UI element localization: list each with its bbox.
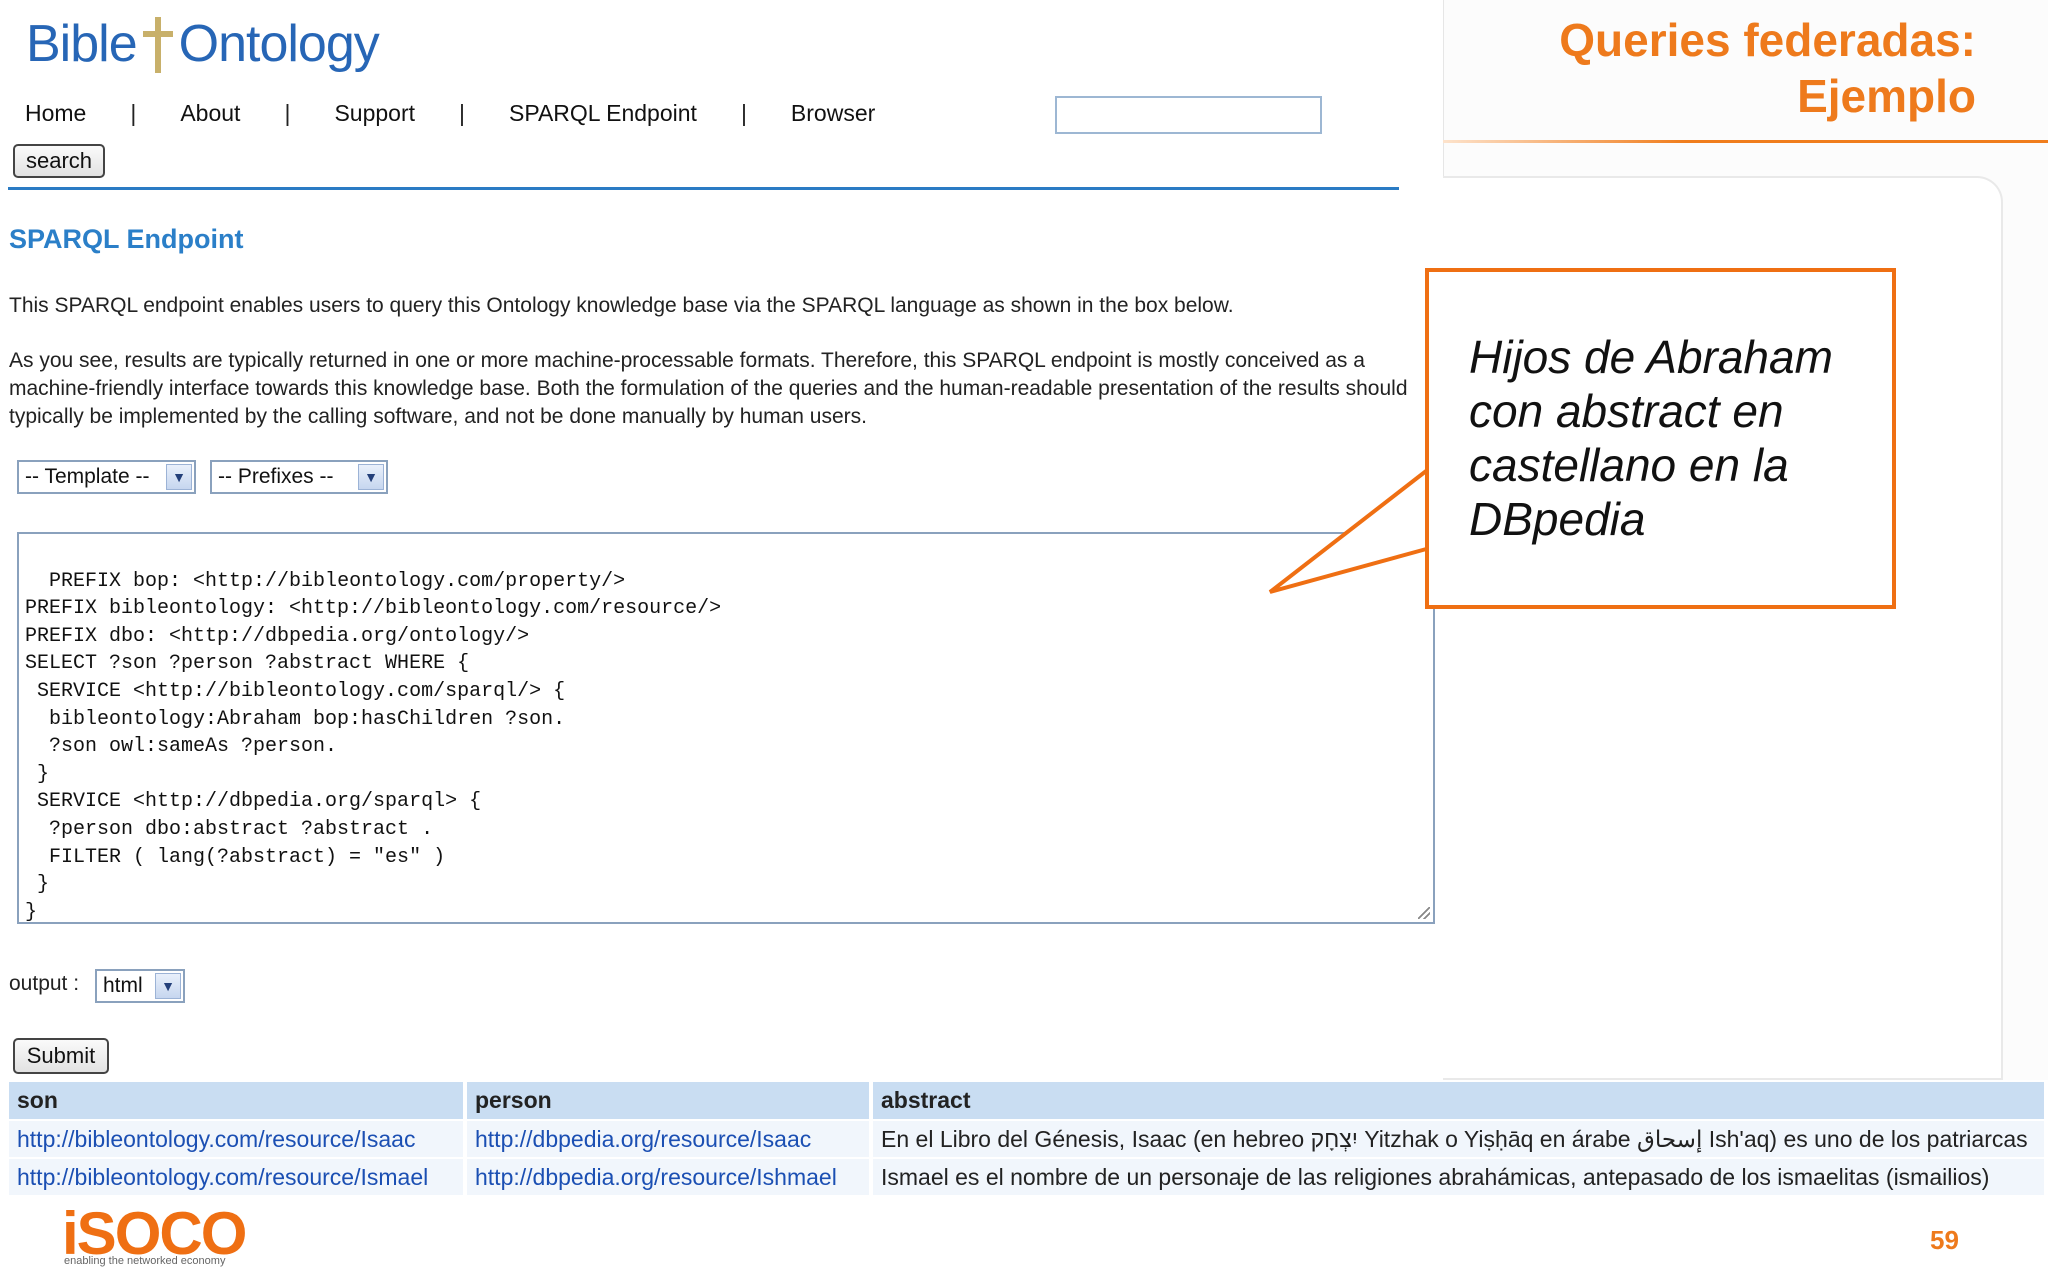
title-divider bbox=[1443, 140, 2048, 143]
column-header-son: son bbox=[9, 1082, 463, 1119]
isoco-logo: iSOCO bbox=[62, 1200, 247, 1267]
table-row: http://bibleontology.com/resource/Ismael… bbox=[9, 1159, 2044, 1195]
intro-paragraph: This SPARQL endpoint enables users to qu… bbox=[9, 294, 1234, 317]
description-paragraph: As you see, results are typically return… bbox=[9, 349, 1408, 428]
slide-title-line2: Ejemplo bbox=[1797, 70, 1976, 122]
column-header-abstract: abstract bbox=[873, 1082, 2044, 1119]
search-button[interactable]: search bbox=[13, 144, 105, 178]
son-link[interactable]: http://bibleontology.com/resource/Ismael bbox=[9, 1159, 463, 1195]
nav-separator: | bbox=[130, 100, 137, 126]
slide-title-line1: Queries federadas: bbox=[1559, 14, 1976, 66]
abstract-cell: Ismael es el nombre de un personaje de l… bbox=[873, 1159, 2044, 1195]
sparql-query-textarea[interactable]: PREFIX bop: <http://bibleontology.com/pr… bbox=[17, 532, 1435, 924]
callout-text: Hijos de Abraham con abstract en castell… bbox=[1469, 331, 1833, 545]
cross-icon bbox=[139, 15, 177, 73]
prefixes-select[interactable]: -- Prefixes -- ▼ bbox=[210, 460, 388, 494]
output-label: output : bbox=[9, 972, 80, 995]
template-select[interactable]: -- Template -- ▼ bbox=[17, 460, 196, 494]
main-nav: Home | About | Support | SPARQL Endpoint… bbox=[25, 100, 875, 127]
person-link[interactable]: http://dbpedia.org/resource/Isaac bbox=[467, 1121, 869, 1157]
prefixes-select-value: -- Prefixes -- bbox=[218, 465, 334, 488]
header-rule bbox=[8, 187, 1399, 190]
column-header-person: person bbox=[467, 1082, 869, 1119]
table-row: http://bibleontology.com/resource/Isaac … bbox=[9, 1121, 2044, 1157]
bible-ontology-logo[interactable]: Bible Ontology bbox=[26, 14, 380, 74]
output-format-select[interactable]: html ▼ bbox=[95, 969, 185, 1003]
nav-separator: | bbox=[740, 100, 747, 126]
chevron-down-icon: ▼ bbox=[166, 464, 192, 490]
son-link[interactable]: http://bibleontology.com/resource/Isaac bbox=[9, 1121, 463, 1157]
chevron-down-icon: ▼ bbox=[155, 973, 181, 999]
nav-sparql-endpoint[interactable]: SPARQL Endpoint bbox=[509, 100, 697, 127]
results-header-row: son person abstract bbox=[9, 1082, 2044, 1119]
nav-support[interactable]: Support bbox=[334, 100, 415, 127]
nav-browser[interactable]: Browser bbox=[791, 100, 875, 127]
resize-grip-icon[interactable] bbox=[1418, 907, 1430, 919]
template-select-value: -- Template -- bbox=[25, 465, 150, 488]
search-input[interactable] bbox=[1055, 96, 1322, 134]
person-link[interactable]: http://dbpedia.org/resource/Ishmael bbox=[467, 1159, 869, 1195]
sparql-query-text: PREFIX bop: <http://bibleontology.com/pr… bbox=[25, 569, 722, 924]
logo-text-bible: Bible bbox=[26, 15, 138, 73]
isoco-tagline: enabling the networked economy bbox=[64, 1255, 226, 1267]
nav-about[interactable]: About bbox=[180, 100, 240, 127]
results-table: son person abstract http://bibleontology… bbox=[5, 1080, 2048, 1197]
output-format-value: html bbox=[103, 974, 143, 997]
abstract-cell: En el Libro del Génesis, Isaac (en hebre… bbox=[873, 1121, 2044, 1157]
slide-title: Queries federadas: Ejemplo bbox=[1559, 12, 1976, 124]
logo-text-ontology: Ontology bbox=[178, 15, 380, 73]
nav-separator: | bbox=[459, 100, 465, 126]
nav-separator: | bbox=[284, 100, 291, 126]
page-title: SPARQL Endpoint bbox=[9, 224, 244, 254]
slide-page-number: 59 bbox=[1930, 1225, 1959, 1255]
nav-home[interactable]: Home bbox=[25, 100, 86, 127]
submit-button[interactable]: Submit bbox=[13, 1038, 109, 1074]
chevron-down-icon: ▼ bbox=[358, 464, 384, 490]
